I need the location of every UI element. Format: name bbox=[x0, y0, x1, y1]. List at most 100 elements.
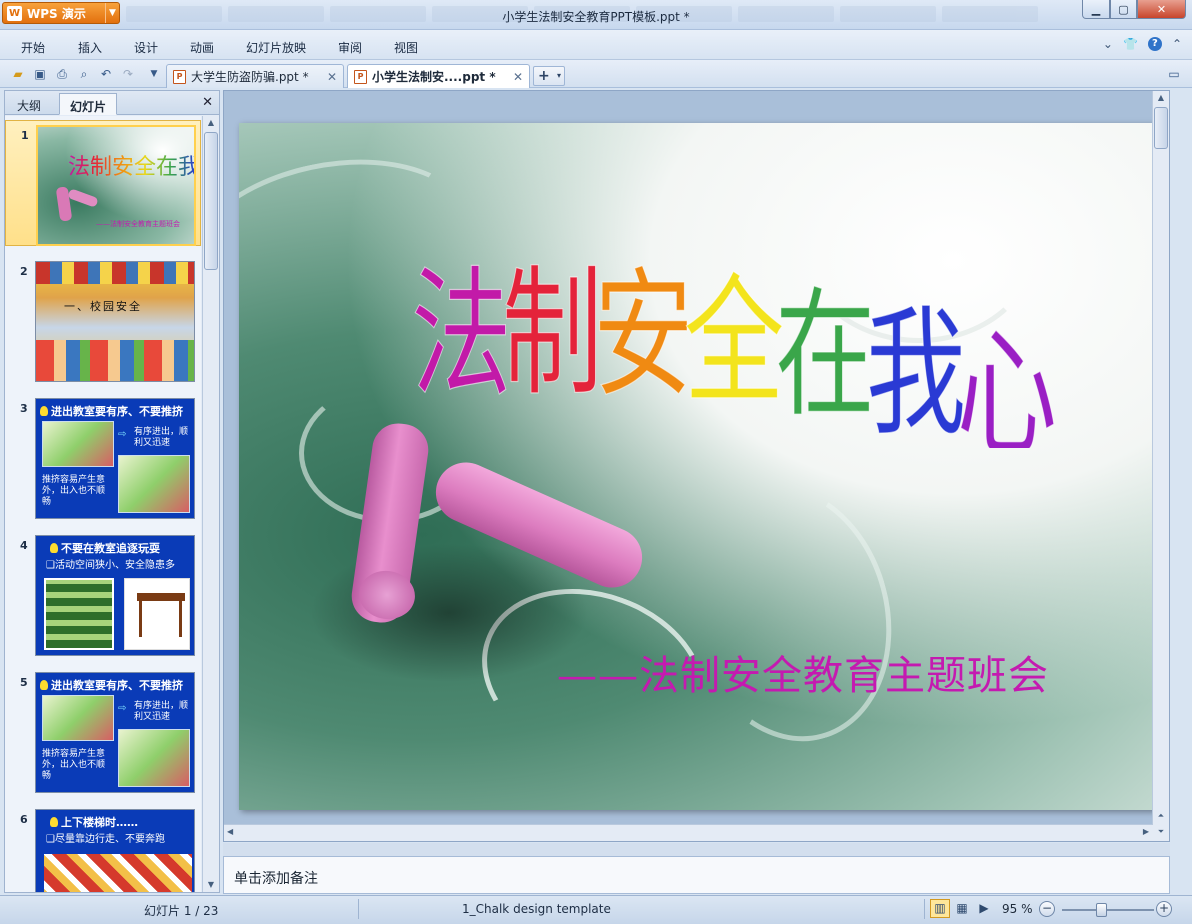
doc-tab-inactive[interactable]: P 大学生防盗防骗.ppt * ✕ bbox=[166, 64, 344, 88]
zoom-out-icon[interactable]: − bbox=[1039, 901, 1055, 917]
scroll-left-icon[interactable]: ◀ bbox=[227, 827, 233, 836]
slide-canvas[interactable]: 法制安全在我心 ——法制安全教育主题班会 bbox=[239, 123, 1155, 810]
slide-sorter-icon[interactable]: ▦ bbox=[952, 899, 972, 918]
bulb-icon bbox=[40, 406, 48, 416]
help-icon[interactable]: ? bbox=[1147, 37, 1162, 51]
slide-number: 3 bbox=[20, 402, 28, 415]
chevron-down-icon[interactable]: ⌄ bbox=[1103, 37, 1113, 51]
print-preview-icon[interactable]: ⌕ bbox=[76, 66, 92, 82]
zoom-level[interactable]: 95 % bbox=[1002, 902, 1033, 916]
new-tab-button[interactable]: + ▾ bbox=[533, 66, 565, 86]
panel-tabs: 大纲 幻灯片 ✕ bbox=[5, 91, 219, 115]
close-tab-icon[interactable]: ✕ bbox=[327, 70, 337, 84]
menu-insert[interactable]: 插入 bbox=[78, 39, 102, 56]
slide-thumbnail-1[interactable]: 1 法制安全在我心 ——法制安全教育主题班会 bbox=[5, 120, 201, 246]
doc-tab-active[interactable]: P 小学生法制安....ppt * ✕ bbox=[347, 64, 530, 88]
slide-number: 1 bbox=[21, 129, 29, 142]
scroll-right-icon[interactable]: ▶ bbox=[1143, 827, 1149, 836]
thumb-text: ❑尽量靠边行走、不要奔跑 bbox=[46, 834, 165, 845]
thumbnail-scrollbar[interactable]: ▲ ▼ bbox=[202, 116, 219, 892]
menu-review[interactable]: 审阅 bbox=[338, 39, 362, 56]
thumb-text: 有序进出，顺利又迅速 bbox=[134, 701, 189, 722]
slide-thumbnail-2[interactable]: 2 一、校园安全 bbox=[5, 257, 201, 383]
thumb-illustration bbox=[42, 695, 114, 741]
divider bbox=[924, 899, 925, 919]
divider bbox=[358, 899, 359, 919]
menu-design[interactable]: 设计 bbox=[134, 39, 158, 56]
menu-slideshow[interactable]: 幻灯片放映 bbox=[246, 39, 306, 56]
template-name: 1_Chalk design template bbox=[462, 902, 611, 916]
menu-animation[interactable]: 动画 bbox=[190, 39, 214, 56]
zoom-slider-handle[interactable] bbox=[1096, 903, 1107, 917]
thumb-title: 进出教室要有序、不要推挤 bbox=[51, 405, 183, 418]
print-icon[interactable]: ⎙ bbox=[54, 66, 70, 82]
normal-view-icon[interactable]: ▥ bbox=[930, 899, 950, 918]
bulb-icon bbox=[50, 543, 58, 553]
save-icon[interactable]: ▣ bbox=[32, 66, 48, 82]
thumb-illustration bbox=[118, 729, 190, 787]
scrollbar-thumb[interactable] bbox=[1154, 107, 1168, 149]
slide-editor: 法制安全在我心 ——法制安全教育主题班会 ▲ ⏶ ⏷ ◀ ▶ bbox=[223, 90, 1170, 842]
close-panel-icon[interactable]: ✕ bbox=[202, 95, 213, 110]
slide-thumbnail-list: 1 法制安全在我心 ——法制安全教育主题班会 2 一、校园安全 3 进出教室要有… bbox=[5, 116, 201, 892]
scroll-down-icon[interactable]: ▼ bbox=[203, 878, 219, 892]
tab-outline[interactable]: 大纲 bbox=[7, 93, 51, 115]
title-character: 法 bbox=[411, 253, 512, 416]
prev-slide-icon[interactable]: ⏶ bbox=[1153, 809, 1169, 823]
thumb-title: 不要在教室追逐玩耍 bbox=[61, 542, 160, 555]
title-character: 制 bbox=[502, 252, 603, 415]
notes-placeholder[interactable]: 单击添加备注 bbox=[234, 868, 318, 888]
close-tab-icon[interactable]: ✕ bbox=[513, 70, 523, 84]
slideshow-icon[interactable]: ▶ bbox=[974, 899, 994, 918]
thumb-illustration bbox=[118, 455, 190, 513]
notes-splitter[interactable] bbox=[223, 843, 1170, 856]
skin-shirt-icon[interactable]: 👕 bbox=[1123, 37, 1138, 51]
slide-number: 2 bbox=[20, 265, 28, 278]
thumb-title: 一、校园安全 bbox=[64, 300, 142, 313]
title-character: 我 bbox=[866, 292, 967, 448]
tab-slides[interactable]: 幻灯片 bbox=[59, 93, 118, 115]
thumb-text: 推挤容易产生意外，出入也不顺畅 bbox=[42, 749, 106, 781]
close-icon: ✕ bbox=[1156, 2, 1167, 16]
scroll-up-icon[interactable]: ▲ bbox=[1153, 91, 1169, 105]
close-window-button[interactable]: ✕ bbox=[1137, 0, 1186, 19]
slide-thumbnail-4[interactable]: 4 不要在教室追逐玩耍 ❑活动空间狭小、安全隐患多 bbox=[5, 531, 201, 657]
editor-vertical-scrollbar[interactable]: ▲ ⏶ ⏷ bbox=[1152, 91, 1169, 841]
slide-number: 6 bbox=[20, 813, 28, 826]
title-character: 安 bbox=[593, 254, 694, 417]
zoom-slider[interactable] bbox=[1062, 909, 1154, 911]
editor-horizontal-scrollbar[interactable]: ◀ ▶ bbox=[224, 824, 1153, 841]
menu-bar: 开始 插入 设计 动画 幻灯片放映 审阅 视图 ⌄ 👕 ? ⌃ bbox=[0, 30, 1192, 60]
slide-preview: 不要在教室追逐玩耍 ❑活动空间狭小、安全隐患多 bbox=[35, 535, 195, 656]
thumb-title: 进出教室要有序、不要推挤 bbox=[51, 679, 183, 692]
redo-icon[interactable]: ↷ bbox=[120, 66, 136, 82]
customize-toolbar-icon[interactable]: ▼ bbox=[146, 66, 162, 82]
menu-view[interactable]: 视图 bbox=[394, 39, 418, 56]
notes-pane[interactable]: 单击添加备注 bbox=[223, 856, 1170, 894]
slide-thumbnail-5[interactable]: 5 进出教室要有序、不要推挤 ⇨ 有序进出，顺利又迅速 推挤容易产生意外，出入也… bbox=[5, 668, 201, 794]
arrow-right-icon: ⇨ bbox=[118, 429, 127, 440]
thumb-text: 有序进出，顺利又迅速 bbox=[134, 427, 189, 448]
arrow-right-icon: ⇨ bbox=[118, 703, 127, 714]
ribbon-options-icon[interactable]: ⌃ bbox=[1172, 37, 1182, 51]
slide-thumbnail-3[interactable]: 3 进出教室要有序、不要推挤 ⇨ 有序进出，顺利又迅速 推挤容易产生意外，出入也… bbox=[5, 394, 201, 520]
maximize-button[interactable]: ▢ bbox=[1110, 0, 1137, 19]
next-slide-icon[interactable]: ⏷ bbox=[1153, 825, 1169, 839]
bulb-icon bbox=[40, 680, 48, 690]
minimize-button[interactable]: ▁ bbox=[1082, 0, 1110, 19]
slide-preview: 进出教室要有序、不要推挤 ⇨ 有序进出，顺利又迅速 推挤容易产生意外，出入也不顺… bbox=[35, 398, 195, 519]
bulb-icon bbox=[50, 817, 58, 827]
slide-thumbnail-6[interactable]: 6 上下楼梯时…… ❑尽量靠边行走、不要奔跑 bbox=[5, 805, 201, 892]
open-folder-icon[interactable]: ▰ bbox=[10, 66, 26, 82]
slide-subtitle[interactable]: ——法制安全教育主题班会 bbox=[557, 643, 1049, 701]
zoom-in-icon[interactable]: + bbox=[1156, 901, 1172, 917]
window-layout-icon[interactable]: ▭ bbox=[1166, 66, 1182, 82]
undo-icon[interactable]: ↶ bbox=[98, 66, 114, 82]
scrollbar-thumb[interactable] bbox=[204, 132, 218, 270]
scroll-up-icon[interactable]: ▲ bbox=[203, 116, 219, 130]
slide-preview: 进出教室要有序、不要推挤 ⇨ 有序进出，顺利又迅速 推挤容易产生意外，出入也不顺… bbox=[35, 672, 195, 793]
chevron-down-icon: ▾ bbox=[556, 71, 561, 80]
menu-start[interactable]: 开始 bbox=[21, 39, 45, 56]
slide-title-wordart[interactable]: 法制安全在我心 bbox=[411, 208, 1131, 448]
thumb-illustration bbox=[36, 340, 194, 381]
